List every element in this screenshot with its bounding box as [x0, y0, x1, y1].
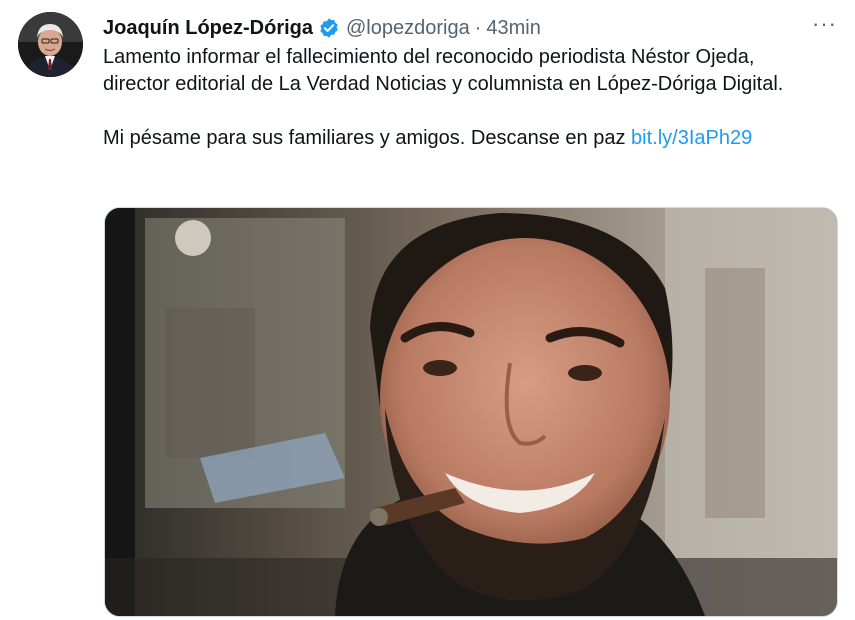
header-separator: · — [474, 16, 482, 39]
tweet-link[interactable]: bit.ly/3IaPh29 — [631, 127, 752, 149]
more-horizontal-icon[interactable]: ··· — [812, 13, 837, 35]
tweet-header: Joaquín López-Dóriga @lopezdoriga · 43mi… — [103, 14, 835, 42]
verified-badge-icon — [318, 17, 340, 39]
tweet-text: Lamento informar el fallecimiento del re… — [103, 44, 823, 152]
author-avatar[interactable] — [18, 12, 83, 77]
tweet-paragraph-2: Mi pésame para sus familiares y amigos. … — [103, 125, 823, 152]
tweet-paragraph-2-text: Mi pésame para sus familiares y amigos. … — [103, 127, 632, 149]
tweet-photo[interactable] — [104, 207, 838, 617]
tweet-paragraph-1: Lamento informar el fallecimiento del re… — [103, 46, 784, 95]
author-name[interactable]: Joaquín López-Dóriga — [103, 17, 313, 40]
author-handle[interactable]: @lopezdoriga — [346, 17, 470, 40]
tweet-timestamp[interactable]: 43min — [486, 17, 540, 40]
